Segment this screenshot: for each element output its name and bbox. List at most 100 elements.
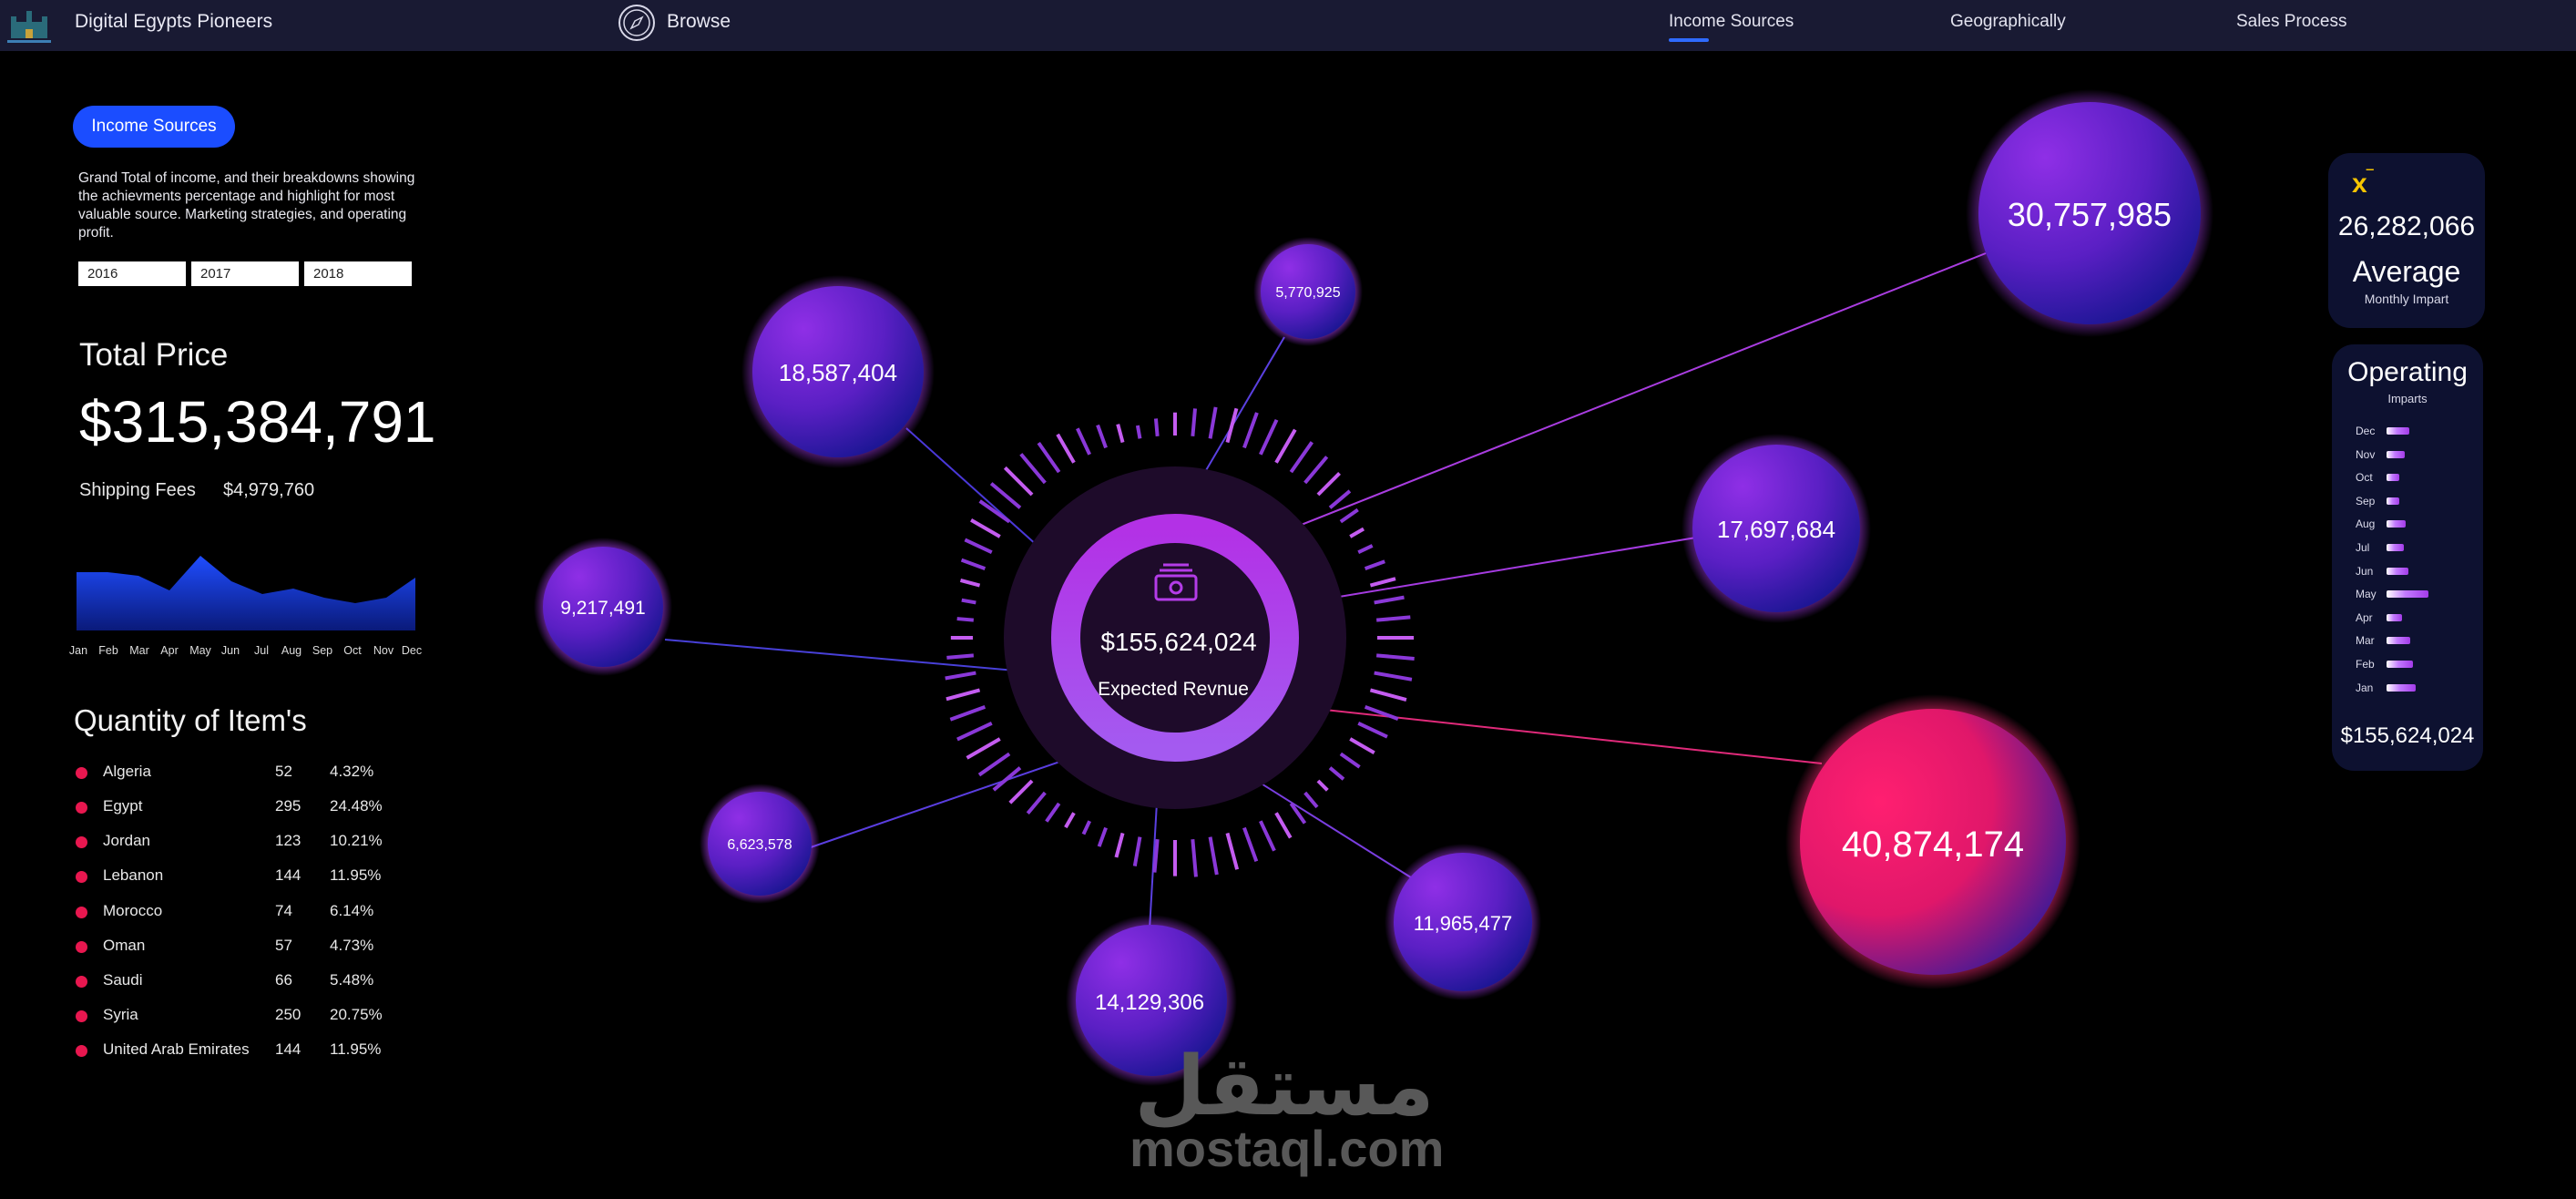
radial-tick xyxy=(1364,559,1385,570)
operating-row: Nov xyxy=(2356,448,2465,461)
bubble[interactable]: 9,217,491 xyxy=(534,538,672,676)
connector-line xyxy=(664,639,1058,675)
operating-bar xyxy=(2387,450,2405,458)
radial-tick xyxy=(1225,832,1240,870)
watermark-latin: mostaql.com xyxy=(1130,1120,1445,1177)
operating-row: May xyxy=(2356,588,2465,600)
expected-revenue-value: $155,624,024 xyxy=(1100,628,1256,656)
income-bubble-visual: 30,757,985 18,587,404 5,770,925 17,697,6… xyxy=(534,89,2213,1086)
radial-tick xyxy=(961,598,976,605)
bubble-label: 6,623,578 xyxy=(727,837,792,853)
operating-month-label: Apr xyxy=(2356,610,2373,624)
bubble-label: 5,770,925 xyxy=(1275,285,1340,301)
radial-tick xyxy=(1008,779,1034,804)
operating-bar xyxy=(2387,544,2404,551)
radial-tick xyxy=(1242,412,1259,449)
operating-bar xyxy=(2387,661,2413,668)
bubble[interactable]: 6,623,578 xyxy=(700,784,820,904)
operating-row: Jul xyxy=(2356,541,2465,554)
operating-month-label: Aug xyxy=(2356,518,2376,531)
radial-tick xyxy=(970,518,1001,538)
operating-row: Mar xyxy=(2356,634,2465,647)
bubble-label: 40,874,174 xyxy=(1842,825,2024,865)
radial-tick xyxy=(1132,836,1142,866)
radial-tick xyxy=(1064,812,1076,829)
fx-icon: x‾ xyxy=(2352,168,2373,199)
radial-tick xyxy=(960,558,986,570)
radial-tick xyxy=(966,737,1001,760)
operating-month-label: Dec xyxy=(2356,425,2376,437)
radial-tick xyxy=(1045,802,1061,823)
operating-row: Jun xyxy=(2356,565,2465,578)
radial-tick xyxy=(1289,441,1314,474)
radial-tick xyxy=(1003,466,1034,497)
radial-tick xyxy=(1374,671,1413,681)
average-subtitle: Monthly Impart xyxy=(2364,292,2449,306)
bubble[interactable]: 5,770,925 xyxy=(1253,237,1363,346)
operating-card xyxy=(2332,344,2483,771)
radial-tick xyxy=(1374,595,1405,605)
operating-month-label: Mar xyxy=(2356,634,2375,648)
operating-month-label: Jul xyxy=(2356,541,2370,554)
radial-tick xyxy=(992,766,1022,792)
radial-tick xyxy=(1369,577,1396,588)
operating-subtitle: Imparts xyxy=(2387,392,2428,405)
operating-row: Jan xyxy=(2356,681,2465,694)
operating-month-label: Jun xyxy=(2356,564,2374,578)
operating-bar xyxy=(2387,637,2410,645)
radial-tick xyxy=(1316,472,1341,497)
operating-bar xyxy=(2387,520,2406,528)
radial-tick xyxy=(946,653,975,660)
radial-tick xyxy=(1225,407,1239,444)
expected-revenue-label: Expected Revnue xyxy=(1098,679,1249,700)
average-title: Average xyxy=(2352,255,2461,288)
operating-bar xyxy=(2387,474,2399,482)
radial-tick xyxy=(946,688,981,702)
radial-tick xyxy=(956,722,993,742)
bubble-label: 11,965,477 xyxy=(1414,912,1512,935)
operating-bar xyxy=(2387,497,2399,505)
radial-tick xyxy=(1208,836,1219,876)
operating-month-label: Sep xyxy=(2356,494,2376,507)
radial-tick xyxy=(959,578,981,588)
radial-tick xyxy=(1116,424,1125,444)
radial-tick xyxy=(1096,424,1108,449)
bubble[interactable]: 40,874,174 xyxy=(1785,694,2080,989)
bubble-label: 9,217,491 xyxy=(560,598,645,619)
radial-tick xyxy=(1303,791,1319,809)
radial-tick xyxy=(1114,832,1125,858)
operating-row: Apr xyxy=(2356,611,2465,624)
operating-month-label: Nov xyxy=(2356,447,2376,461)
radial-tick xyxy=(949,705,986,722)
connector-line xyxy=(1282,704,1823,764)
bubble[interactable]: 18,587,404 xyxy=(741,275,935,468)
radial-tick xyxy=(1328,766,1345,781)
operating-bar xyxy=(2387,567,2408,575)
radial-tick xyxy=(1274,428,1297,464)
bubble-label: 14,129,306 xyxy=(1095,990,1204,1015)
radial-tick xyxy=(1339,752,1361,769)
radial-tick xyxy=(1339,507,1359,524)
bubble[interactable]: 11,965,477 xyxy=(1385,844,1541,1000)
bubble[interactable]: 17,697,684 xyxy=(1682,434,1871,623)
radial-tick xyxy=(1316,779,1329,792)
radial-tick xyxy=(1357,544,1374,554)
radial-tick xyxy=(1369,688,1407,702)
operating-bar xyxy=(2387,683,2416,692)
operating-month-label: Jan xyxy=(2356,681,2374,694)
bubble[interactable]: 30,757,985 xyxy=(1966,89,2213,337)
operating-row: Oct xyxy=(2356,471,2465,484)
radial-tick xyxy=(1037,441,1061,474)
operating-row: Sep xyxy=(2356,495,2465,507)
radial-tick xyxy=(1097,826,1108,847)
radial-tick xyxy=(1135,425,1142,439)
fx-icon-text: x xyxy=(2352,169,2367,199)
operating-bar xyxy=(2387,427,2409,435)
operating-row: Feb xyxy=(2356,658,2465,671)
operating-title: Operating xyxy=(2347,357,2468,387)
radial-tick xyxy=(1153,418,1160,437)
radial-tick xyxy=(1303,456,1329,485)
radial-tick xyxy=(1328,489,1352,509)
radial-tick xyxy=(1274,812,1293,839)
radial-tick xyxy=(1242,826,1259,863)
